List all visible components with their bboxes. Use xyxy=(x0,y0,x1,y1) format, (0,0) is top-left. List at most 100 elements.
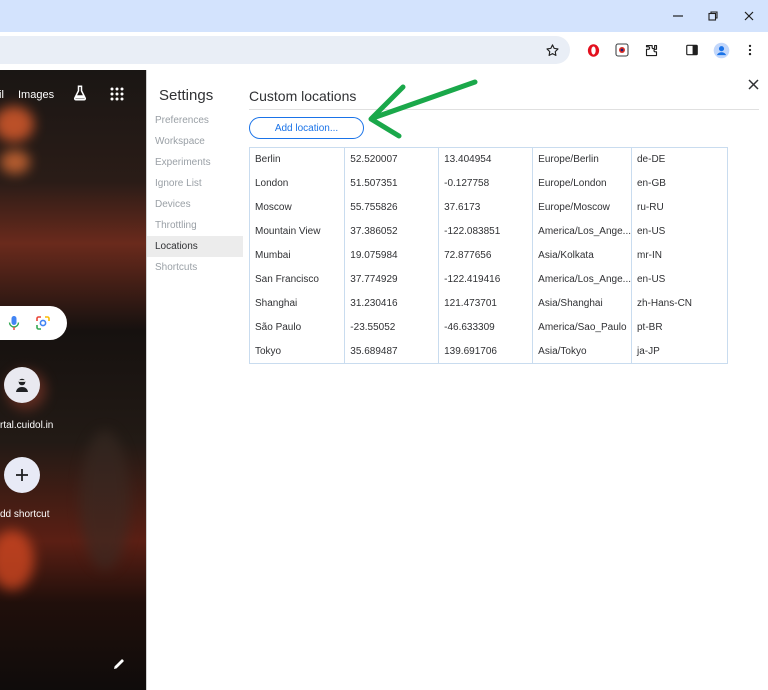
cell-timezone: America/Los_Ange... xyxy=(532,219,632,244)
cell-longitude: 121.473701 xyxy=(438,291,533,316)
settings-close-icon[interactable] xyxy=(746,78,760,92)
cell-locale: en-US xyxy=(631,267,728,292)
shortcut-label[interactable]: rtal.cuidol.in xyxy=(0,420,53,431)
settings-nav: Preferences Workspace Experiments Ignore Li… xyxy=(147,110,243,278)
settings-nav-devices[interactable]: Devices xyxy=(147,194,243,215)
add-location-button[interactable]: Add location... xyxy=(249,117,364,139)
cell-city: Berlin xyxy=(248,147,345,172)
more-vert-icon[interactable] xyxy=(741,41,759,59)
table-row[interactable]: Mountain View 37.386052 -122.083851 America… xyxy=(248,219,728,244)
cell-longitude: 139.691706 xyxy=(438,339,533,364)
settings-nav-workspace[interactable]: Workspace xyxy=(147,131,243,152)
bokeh-light xyxy=(0,106,34,142)
plus-icon xyxy=(16,469,28,481)
cell-locale: ru-RU xyxy=(631,195,728,220)
table-row[interactable]: Mumbai 19.075984 72.877656 Asia/Kolkata mr-I… xyxy=(248,243,728,268)
cell-latitude: 52.520007 xyxy=(344,147,439,172)
lens-icon[interactable] xyxy=(35,315,51,336)
shortcut-favicon-icon xyxy=(16,378,28,392)
table-row[interactable]: Shanghai 31.230416 121.473701 Asia/Shanghai… xyxy=(248,291,728,316)
address-bar[interactable] xyxy=(0,36,570,64)
cell-locale: pt-BR xyxy=(631,315,728,340)
cell-city: Shanghai xyxy=(248,291,345,316)
cell-city: Mountain View xyxy=(248,219,345,244)
cell-city: São Paulo xyxy=(248,315,345,340)
cell-city: London xyxy=(248,171,345,196)
puzzle-icon[interactable] xyxy=(642,41,660,59)
locations-table: Berlin 52.520007 13.404954 Europe/Berlin de-… xyxy=(248,147,728,364)
window-titlebar xyxy=(0,0,768,32)
cell-latitude: 37.386052 xyxy=(344,219,439,244)
ntp-search-box[interactable] xyxy=(0,306,67,340)
gmail-link[interactable]: il xyxy=(0,89,4,101)
section-divider xyxy=(249,109,759,110)
cell-longitude: -46.633309 xyxy=(438,315,533,340)
labs-flask-icon[interactable] xyxy=(71,84,89,107)
cell-locale: en-GB xyxy=(631,171,728,196)
cell-longitude: -122.083851 xyxy=(438,219,533,244)
cell-timezone: Europe/Berlin xyxy=(532,147,632,172)
settings-title: Settings xyxy=(159,87,214,104)
cell-latitude: 51.507351 xyxy=(344,171,439,196)
bokeh-light xyxy=(0,530,34,590)
table-row[interactable]: Moscow 55.755826 37.6173 Europe/Moscow ru-RU xyxy=(248,195,728,220)
table-row[interactable]: London 51.507351 -0.127758 Europe/London en-… xyxy=(248,171,728,196)
new-tab-page: il Images rtal.cuidol.in dd shortcut xyxy=(0,70,146,690)
cell-latitude: 31.230416 xyxy=(344,291,439,316)
section-title: Custom locations xyxy=(249,88,357,104)
extension-camera-icon[interactable] xyxy=(613,41,631,59)
cell-locale: ja-JP xyxy=(631,339,728,364)
voice-search-icon[interactable] xyxy=(8,315,20,336)
cell-timezone: America/Los_Ange... xyxy=(532,267,632,292)
cell-timezone: Europe/Moscow xyxy=(532,195,632,220)
table-row[interactable]: San Francisco 37.774929 -122.419416 America… xyxy=(248,267,728,292)
customize-pencil-icon[interactable] xyxy=(113,657,125,675)
cell-timezone: Asia/Tokyo xyxy=(532,339,632,364)
settings-nav-shortcuts[interactable]: Shortcuts xyxy=(147,257,243,278)
star-icon[interactable] xyxy=(543,41,561,59)
table-row[interactable]: São Paulo -23.55052 -46.633309 America/Sao_… xyxy=(248,315,728,340)
shortcut-tile[interactable] xyxy=(4,367,40,403)
settings-nav-preferences[interactable]: Preferences xyxy=(147,110,243,131)
cell-locale: de-DE xyxy=(631,147,728,172)
cell-latitude: 55.755826 xyxy=(344,195,439,220)
devtools-settings-panel: Settings Preferences Workspace Experiments… xyxy=(146,70,768,690)
cell-city: Tokyo xyxy=(248,339,345,364)
table-row[interactable]: Berlin 52.520007 13.404954 Europe/Berlin de-… xyxy=(248,147,728,172)
settings-nav-throttling[interactable]: Throttling xyxy=(147,215,243,236)
settings-nav-experiments[interactable]: Experiments xyxy=(147,152,243,173)
cell-latitude: 19.075984 xyxy=(344,243,439,268)
restore-icon[interactable] xyxy=(702,6,724,26)
apps-grid-icon[interactable] xyxy=(110,87,124,106)
cell-locale: mr-IN xyxy=(631,243,728,268)
bokeh-light xyxy=(80,430,130,570)
cell-city: Mumbai xyxy=(248,243,345,268)
side-panel-icon[interactable] xyxy=(683,41,701,59)
bokeh-light xyxy=(0,150,30,174)
cell-city: San Francisco xyxy=(248,267,345,292)
cell-longitude: 37.6173 xyxy=(438,195,533,220)
cell-city: Moscow xyxy=(248,195,345,220)
cell-latitude: 37.774929 xyxy=(344,267,439,292)
cell-locale: zh-Hans-CN xyxy=(631,291,728,316)
minimize-icon[interactable] xyxy=(667,6,689,26)
cell-timezone: Asia/Shanghai xyxy=(532,291,632,316)
cell-latitude: -23.55052 xyxy=(344,315,439,340)
profile-icon[interactable] xyxy=(712,41,730,59)
table-row[interactable]: Tokyo 35.689487 139.691706 Asia/Tokyo ja-JP xyxy=(248,339,728,364)
cell-timezone: America/Sao_Paulo xyxy=(532,315,632,340)
cell-longitude: 13.404954 xyxy=(438,147,533,172)
settings-nav-locations[interactable]: Locations xyxy=(147,236,243,257)
browser-toolbar xyxy=(0,32,768,70)
cell-timezone: Asia/Kolkata xyxy=(532,243,632,268)
cell-longitude: -122.419416 xyxy=(438,267,533,292)
add-shortcut-label[interactable]: dd shortcut xyxy=(0,509,49,520)
cell-longitude: 72.877656 xyxy=(438,243,533,268)
cell-latitude: 35.689487 xyxy=(344,339,439,364)
images-link[interactable]: Images xyxy=(18,89,54,101)
close-icon[interactable] xyxy=(738,6,760,26)
opera-icon[interactable] xyxy=(584,41,602,59)
add-shortcut-button[interactable] xyxy=(4,457,40,493)
settings-nav-ignore-list[interactable]: Ignore List xyxy=(147,173,243,194)
cell-locale: en-US xyxy=(631,219,728,244)
